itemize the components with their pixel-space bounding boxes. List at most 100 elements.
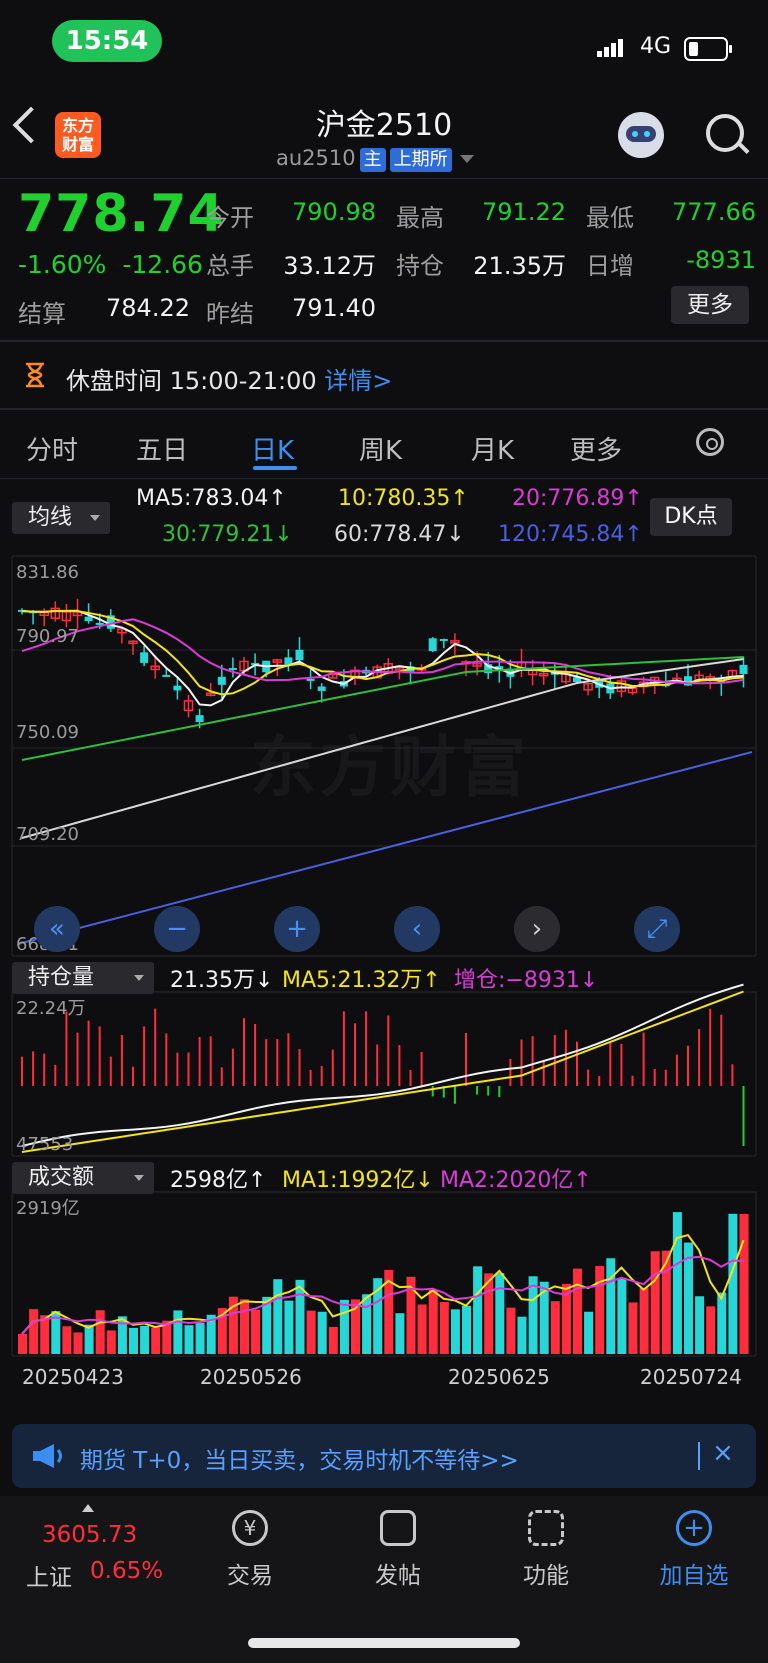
turnover-bar bbox=[573, 1268, 582, 1354]
price-panel-frame bbox=[11, 555, 757, 957]
turnover-bar bbox=[428, 1289, 438, 1354]
price-axis-label: 750.09 bbox=[16, 722, 79, 743]
turnover-bar bbox=[450, 1309, 460, 1354]
turnover-bar bbox=[328, 1326, 338, 1354]
megaphone-icon bbox=[33, 1444, 62, 1468]
index-change[interactable]: 0.65% bbox=[90, 1558, 163, 1584]
turnover-bar bbox=[417, 1304, 427, 1354]
close-icon[interactable]: × bbox=[712, 1438, 734, 1468]
zoom-out-button[interactable]: − bbox=[154, 906, 200, 952]
turnover-bar bbox=[184, 1325, 194, 1354]
divider bbox=[698, 1442, 700, 1470]
candle-body bbox=[162, 674, 171, 677]
turnover-bar bbox=[240, 1299, 249, 1354]
oi-value: 21.35万↓ bbox=[170, 968, 274, 993]
turnover-bar bbox=[18, 1333, 27, 1354]
turnover-bar bbox=[151, 1327, 161, 1354]
turnover-bar bbox=[40, 1315, 50, 1354]
turnover-bar bbox=[739, 1213, 749, 1354]
turnover-ma1: MA1:1992亿↓ bbox=[282, 1168, 434, 1193]
turnover-bar bbox=[650, 1251, 660, 1354]
candle-body bbox=[439, 638, 448, 641]
yuan-icon: ¥ bbox=[232, 1510, 268, 1546]
plus-circle-icon: + bbox=[676, 1510, 712, 1546]
nav-functions[interactable]: 功能 bbox=[486, 1510, 606, 1590]
turnover-bar bbox=[284, 1300, 294, 1354]
nav-label: 交易 bbox=[227, 1563, 273, 1589]
indicator-select-oi[interactable]: 持仓量 bbox=[12, 962, 154, 994]
turnover-bar bbox=[129, 1327, 138, 1354]
scroll-start-button[interactable]: « bbox=[34, 906, 80, 952]
turnover-bar bbox=[628, 1302, 638, 1354]
turnover-bar bbox=[251, 1309, 261, 1354]
turnover-bar bbox=[140, 1325, 150, 1354]
turnover-bar bbox=[84, 1324, 94, 1354]
turnover-bar bbox=[462, 1305, 471, 1354]
candle-body bbox=[217, 676, 226, 685]
date-label: 20250526 bbox=[200, 1365, 302, 1389]
candle-body bbox=[173, 685, 182, 691]
turnover-bar bbox=[362, 1294, 372, 1354]
turnover-bar bbox=[606, 1258, 616, 1354]
edit-icon bbox=[380, 1510, 416, 1546]
turnover-bar bbox=[528, 1276, 538, 1354]
candle-body bbox=[739, 664, 748, 674]
oi-delta: 增仓:−8931↓ bbox=[454, 968, 599, 993]
turnover-bar bbox=[439, 1301, 449, 1354]
scroll-right-button[interactable]: › bbox=[514, 906, 560, 952]
expand-icon[interactable] bbox=[82, 1504, 94, 1512]
oi-axis-top: 22.24万 bbox=[16, 998, 86, 1019]
candle-body bbox=[428, 638, 437, 652]
turnover-bar bbox=[339, 1299, 349, 1354]
turnover-bar bbox=[29, 1309, 39, 1354]
turnover-bar bbox=[706, 1306, 716, 1354]
nav-trade[interactable]: ¥ 交易 bbox=[190, 1510, 310, 1590]
turnover-bar bbox=[317, 1311, 327, 1354]
turnover-bar bbox=[495, 1273, 505, 1354]
zoom-in-button[interactable]: + bbox=[274, 906, 320, 952]
turnover-bar bbox=[173, 1310, 183, 1354]
candle-body bbox=[317, 686, 326, 691]
turnover-value: 2598亿↑ bbox=[170, 1168, 267, 1193]
nav-label: 发帖 bbox=[375, 1563, 421, 1589]
nav-label: 加自选 bbox=[659, 1563, 729, 1589]
turnover-bar bbox=[473, 1266, 483, 1354]
candle-body bbox=[195, 715, 204, 723]
index-value[interactable]: 3605.73 bbox=[42, 1522, 137, 1548]
price-axis-label: 831.86 bbox=[16, 562, 79, 583]
nav-add-watchlist[interactable]: + 加自选 bbox=[634, 1510, 754, 1590]
scroll-left-button[interactable]: ‹ bbox=[394, 906, 440, 952]
nav-post[interactable]: 发帖 bbox=[338, 1510, 458, 1590]
candle-body bbox=[140, 652, 149, 663]
oi-line bbox=[21, 983, 744, 1147]
turnover-bar bbox=[617, 1278, 627, 1354]
oi-ma5-line bbox=[21, 990, 744, 1153]
oi-axis-bottom: 47553 bbox=[16, 1134, 73, 1155]
turnover-bar bbox=[62, 1326, 72, 1354]
turnover-bar bbox=[195, 1323, 205, 1354]
indicator-select-turnover[interactable]: 成交额 bbox=[12, 1162, 154, 1194]
turnover-bar bbox=[584, 1311, 594, 1354]
fullscreen-button[interactable]: ⤢ bbox=[634, 906, 680, 952]
index-name[interactable]: 上证 bbox=[26, 1558, 72, 1592]
turnover-ma2: MA2:2020亿↑ bbox=[440, 1168, 592, 1193]
turnover-bar bbox=[672, 1212, 682, 1354]
turnover-bar bbox=[95, 1310, 105, 1354]
turnover-bar bbox=[273, 1279, 283, 1354]
home-indicator bbox=[248, 1638, 520, 1648]
turnover-bar bbox=[506, 1307, 516, 1354]
candle-body bbox=[228, 667, 237, 670]
candle-body bbox=[84, 616, 93, 621]
turnover-bar bbox=[517, 1316, 527, 1354]
turnover-bar bbox=[728, 1213, 738, 1354]
turnover-bar bbox=[717, 1292, 727, 1354]
turnover-bar bbox=[106, 1330, 116, 1354]
date-label: 20250724 bbox=[640, 1365, 742, 1389]
price-axis-label: 709.20 bbox=[16, 824, 79, 845]
turnover-bar bbox=[639, 1288, 649, 1354]
ma10-line bbox=[21, 609, 744, 696]
turnover-bar bbox=[695, 1296, 705, 1354]
date-label: 20250423 bbox=[22, 1365, 124, 1389]
turnover-bar bbox=[73, 1332, 83, 1354]
promo-banner-text[interactable]: 期货 T+0，当日买卖，交易时机不等待>> bbox=[80, 1441, 519, 1475]
